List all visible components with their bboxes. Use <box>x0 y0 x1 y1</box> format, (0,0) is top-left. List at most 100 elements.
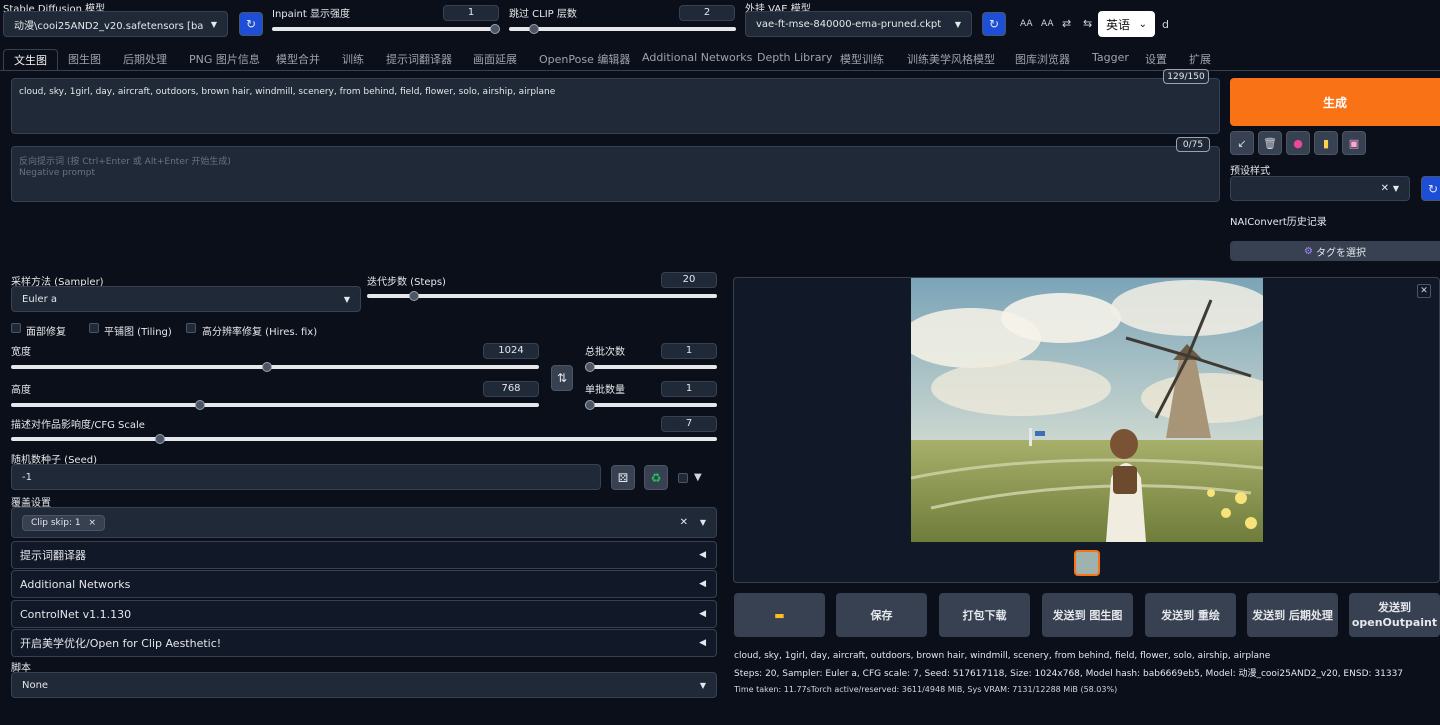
accordion-1[interactable]: Additional Networks ◀ <box>11 570 717 598</box>
slider-thumb[interactable] <box>155 434 165 444</box>
tab-8[interactable]: OpenPose 编辑器 <box>539 51 630 71</box>
tiling-checkbox[interactable] <box>89 323 99 333</box>
slider-thumb[interactable] <box>262 362 272 372</box>
clear-icon[interactable]: ✕ <box>680 517 688 528</box>
tab-6[interactable]: 提示词翻译器 <box>386 51 452 71</box>
trash-button[interactable]: 🗑 <box>1258 131 1282 155</box>
generated-image[interactable] <box>911 278 1263 542</box>
steps-input[interactable]: 20 <box>661 272 717 288</box>
save-style-button[interactable]: ▣ <box>1342 131 1366 155</box>
chevron-down-icon: ⌄ <box>1138 18 1147 30</box>
output-button-5[interactable]: 发送到 openOutpaint <box>1349 593 1440 637</box>
tab-16[interactable]: 扩展 <box>1189 51 1211 71</box>
random-seed-button[interactable]: ⚄ <box>611 465 635 490</box>
triangle-left-icon: ◀ <box>699 638 706 648</box>
seed-value: -1 <box>22 471 32 483</box>
font-small-icon[interactable]: AA <box>1020 19 1033 29</box>
steps-slider[interactable] <box>367 291 717 301</box>
accordion-3[interactable]: 开启美学优化/Open for Clip Aesthetic! ◀ <box>11 629 717 657</box>
extra-networks-button[interactable]: ● <box>1286 131 1310 155</box>
negative-prompt-input[interactable]: 反向提示词 (按 Ctrl+Enter 或 Alt+Enter 开始生成) Ne… <box>11 146 1220 202</box>
tab-1[interactable]: 图生图 <box>68 51 101 71</box>
clip-slider[interactable] <box>509 24 736 34</box>
tab-4[interactable]: 模型合并 <box>276 51 320 71</box>
negative-placeholder-en: Negative prompt <box>19 168 95 178</box>
tab-2[interactable]: 后期处理 <box>123 51 167 71</box>
language-select[interactable]: 英语 ⌄ <box>1098 11 1155 37</box>
width-slider[interactable] <box>11 362 539 372</box>
width-input[interactable]: 1024 <box>483 343 539 359</box>
remove-tag-icon[interactable]: × <box>88 518 96 528</box>
batch-count-slider[interactable] <box>585 362 717 372</box>
cfg-slider[interactable] <box>11 434 717 444</box>
refresh-vae-button[interactable]: ↻ <box>982 12 1006 36</box>
tab-12[interactable]: 训练美学风格模型 <box>907 51 995 71</box>
slider-thumb[interactable] <box>585 400 595 410</box>
swap-icon[interactable]: ⇄ <box>1062 17 1071 30</box>
tab-3[interactable]: PNG 图片信息 <box>189 51 260 71</box>
tab-13[interactable]: 图库浏览器 <box>1015 51 1070 71</box>
tag-select-button[interactable]: ⚙ タグを選択 <box>1230 241 1440 261</box>
prompt-input[interactable]: cloud, sky, 1girl, day, aircraft, outdoo… <box>11 78 1220 134</box>
seed-input[interactable]: -1 <box>11 464 601 490</box>
accordion-0[interactable]: 提示词翻译器 ◀ <box>11 541 717 569</box>
slider-thumb[interactable] <box>585 362 595 372</box>
output-button-2[interactable]: 发送到 图生图 <box>1042 593 1133 637</box>
batch-size-slider[interactable] <box>585 400 717 410</box>
tab-5[interactable]: 训练 <box>342 51 364 71</box>
preset-style-select[interactable]: ✕ ▼ <box>1230 176 1410 201</box>
tab-9[interactable]: Additional Networks <box>642 51 752 71</box>
tab-7[interactable]: 画面延展 <box>473 51 517 71</box>
output-button-0[interactable]: 保存 <box>836 593 927 637</box>
height-slider[interactable] <box>11 400 539 410</box>
trash-icon: 🗑 <box>1263 136 1277 150</box>
font-large-icon[interactable]: AA <box>1041 19 1054 29</box>
tab-11[interactable]: 模型训练 <box>840 51 884 71</box>
palette-icon: ● <box>1293 136 1303 150</box>
tab-10[interactable]: Depth Library <box>757 51 832 71</box>
sampler-select[interactable]: Euler a ▼ <box>11 286 361 312</box>
reuse-seed-button[interactable]: ♻ <box>644 465 668 490</box>
refresh-icon: ↻ <box>1427 181 1439 196</box>
override-tag[interactable]: Clip skip: 1 × <box>22 514 106 531</box>
batch-size-input[interactable]: 1 <box>661 381 717 397</box>
face-fix-checkbox[interactable] <box>11 323 21 333</box>
swap-dimensions-button[interactable]: ⇅ <box>551 365 573 391</box>
read-params-button[interactable]: ↙ <box>1230 131 1254 155</box>
batch-count-input[interactable]: 1 <box>661 343 717 359</box>
open-folder-button[interactable]: ▬ <box>734 593 825 637</box>
hires-checkbox[interactable] <box>186 323 196 333</box>
clip-input[interactable]: 2 <box>679 5 735 21</box>
accordion-2[interactable]: ControlNet v1.1.130 ◀ <box>11 600 717 628</box>
gallery-thumbnail[interactable] <box>1074 550 1100 576</box>
accordion-label: 提示词翻译器 <box>20 549 86 562</box>
tab-15[interactable]: 设置 <box>1145 51 1167 71</box>
hires-label: 高分辨率修复 (Hires. fix) <box>202 327 318 338</box>
naiconvert-label: NAIConvert历史记录 <box>1230 217 1327 228</box>
close-icon[interactable]: ✕ <box>1417 284 1431 298</box>
settings-icon[interactable]: ⇆ <box>1083 17 1092 30</box>
cfg-input[interactable]: 7 <box>661 416 717 432</box>
slider-thumb[interactable] <box>490 24 500 34</box>
clear-icon[interactable]: ✕ <box>1381 183 1389 194</box>
slider-thumb[interactable] <box>409 291 419 301</box>
output-button-4[interactable]: 发送到 后期处理 <box>1247 593 1338 637</box>
slider-thumb[interactable] <box>529 24 539 34</box>
refresh-model-button[interactable]: ↻ <box>239 12 263 36</box>
inpaint-input[interactable]: 1 <box>443 5 499 21</box>
extra-seed-checkbox[interactable] <box>678 473 688 483</box>
output-button-3[interactable]: 发送到 重绘 <box>1145 593 1236 637</box>
slider-thumb[interactable] <box>195 400 205 410</box>
vae-select[interactable]: vae-ft-mse-840000-ema-pruned.ckpt ▼ <box>745 11 972 37</box>
inpaint-slider[interactable] <box>272 24 500 34</box>
model-select[interactable]: 动漫\cooi25AND2_v20.safetensors [bab6669eb… <box>3 11 228 37</box>
tab-0[interactable]: 文生图 <box>3 49 58 71</box>
refresh-styles-button[interactable]: ↻ <box>1421 176 1440 201</box>
height-input[interactable]: 768 <box>483 381 539 397</box>
tab-14[interactable]: Tagger <box>1092 51 1129 71</box>
generate-button[interactable]: 生成 <box>1230 78 1440 126</box>
script-select[interactable]: None ▼ <box>11 672 717 698</box>
override-select[interactable]: Clip skip: 1 × ✕ ▼ <box>11 507 717 538</box>
clipboard-button[interactable]: ▮ <box>1314 131 1338 155</box>
output-button-1[interactable]: 打包下载 <box>939 593 1030 637</box>
